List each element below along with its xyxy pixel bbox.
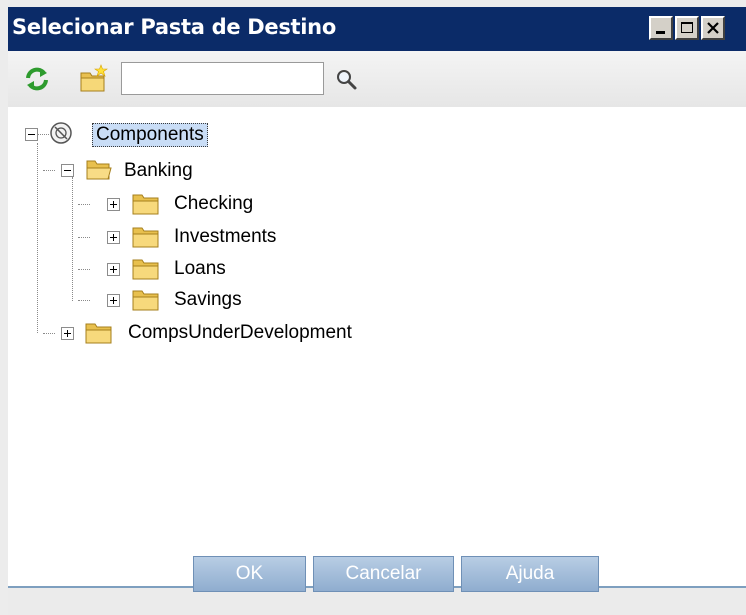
tree-connector — [43, 333, 55, 334]
folder-icon — [132, 290, 159, 311]
collapse-toggle-banking[interactable] — [61, 164, 74, 177]
title-bar[interactable]: Selecionar Pasta de Destino — [8, 7, 746, 51]
close-icon — [707, 22, 719, 34]
folder-icon — [85, 323, 112, 344]
tree-node-checking[interactable]: Checking — [174, 193, 253, 215]
folder-icon — [132, 194, 159, 215]
footer — [8, 588, 746, 615]
open-folder-icon — [86, 160, 112, 180]
minimize-button[interactable] — [649, 16, 673, 40]
tree-node-compsunderdevelopment[interactable]: CompsUnderDevelopment — [128, 322, 352, 344]
tree-connector — [78, 300, 90, 301]
expand-toggle-compsunderdevelopment[interactable] — [61, 327, 74, 340]
tree-connector — [37, 143, 38, 333]
refresh-icon — [26, 67, 48, 91]
folder-icon — [132, 227, 159, 248]
tree-node-savings[interactable]: Savings — [174, 289, 242, 311]
expand-toggle-checking[interactable] — [107, 198, 120, 211]
tree-node-investments[interactable]: Investments — [174, 226, 276, 248]
tree-connector — [78, 204, 90, 205]
close-button[interactable] — [701, 16, 725, 40]
search-button[interactable] — [334, 67, 360, 93]
search-input[interactable] — [121, 62, 324, 95]
minimize-icon — [656, 31, 665, 34]
collapse-toggle-components[interactable] — [25, 128, 38, 141]
tree-connector — [72, 177, 73, 301]
maximize-button[interactable] — [675, 16, 699, 40]
components-root-icon — [50, 122, 72, 144]
tree-connector — [78, 237, 90, 238]
tree-connector — [78, 269, 90, 270]
refresh-button[interactable] — [22, 64, 52, 94]
help-button[interactable]: Ajuda — [461, 556, 599, 592]
expand-toggle-loans[interactable] — [107, 263, 120, 276]
expand-toggle-savings[interactable] — [107, 294, 120, 307]
cancel-button[interactable]: Cancelar — [313, 556, 454, 592]
folder-tree: Components Banking Checking Investments — [8, 107, 746, 586]
ok-button[interactable]: OK — [193, 556, 306, 592]
select-destination-folder-dialog: Selecionar Pasta de Destino Components B… — [0, 0, 746, 615]
expand-toggle-investments[interactable] — [107, 231, 120, 244]
new-folder-icon — [80, 64, 108, 92]
tree-node-banking[interactable]: Banking — [124, 160, 193, 182]
tree-node-components[interactable]: Components — [92, 123, 208, 147]
window-title: Selecionar Pasta de Destino — [12, 15, 336, 39]
folder-icon — [132, 259, 159, 280]
tree-node-loans[interactable]: Loans — [174, 258, 226, 280]
tree-connector — [43, 170, 55, 171]
maximize-icon — [681, 22, 693, 33]
tree-connector — [38, 134, 49, 135]
new-folder-button[interactable] — [79, 64, 109, 94]
toolbar — [8, 51, 746, 107]
magnifier-icon — [337, 70, 357, 90]
